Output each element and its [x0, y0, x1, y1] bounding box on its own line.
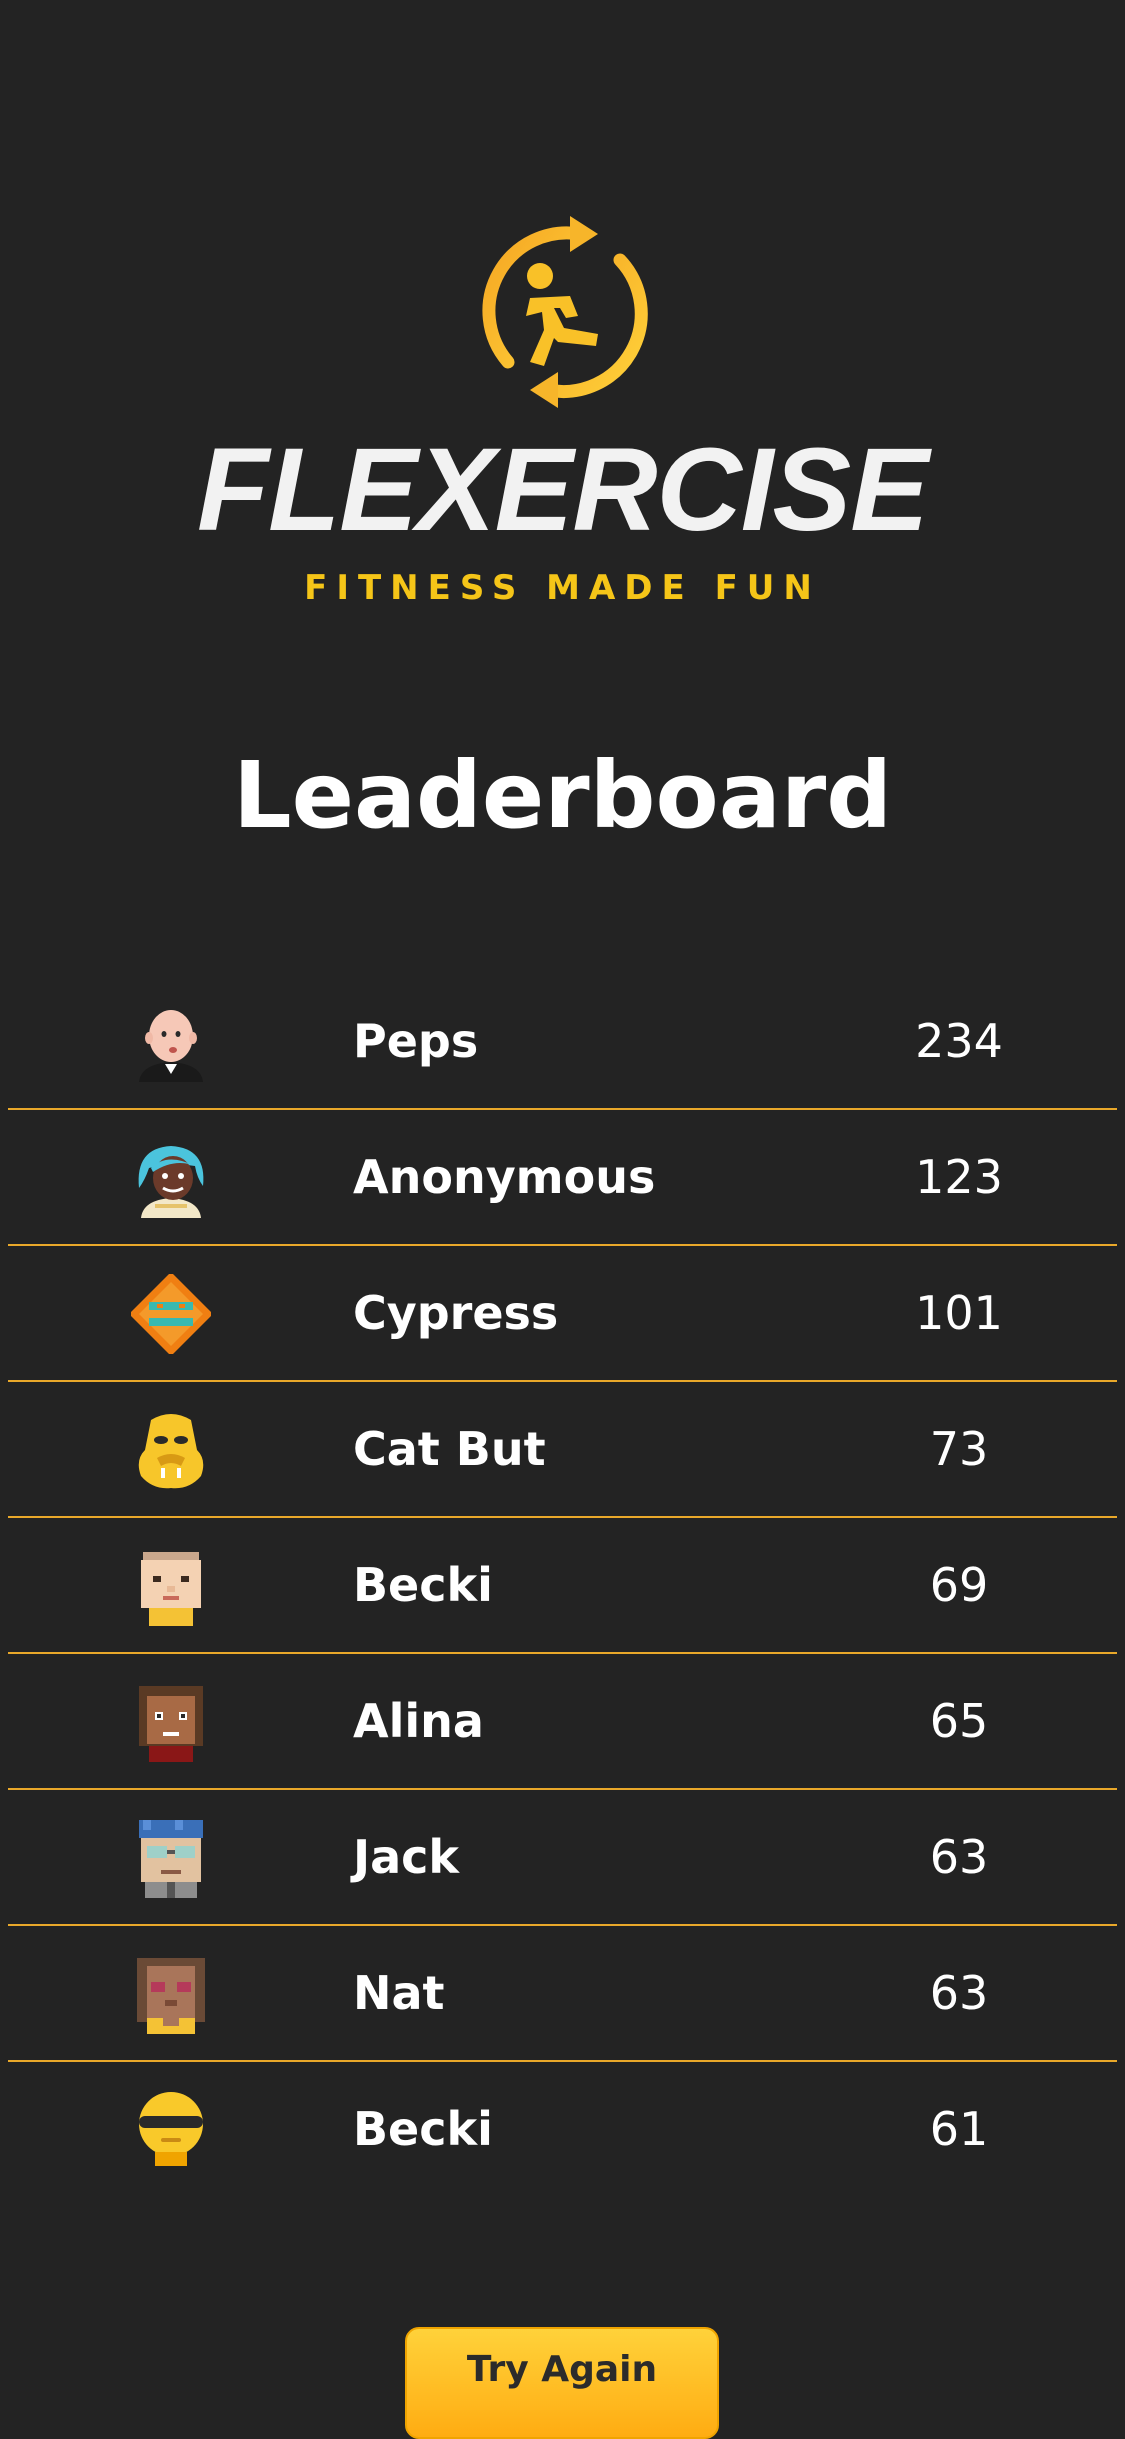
brand-tagline: FITNESS MADE FUN [304, 568, 821, 608]
player-score: 63 [929, 1966, 989, 2020]
player-name: Jack [353, 1830, 460, 1884]
player-name: Alina [353, 1694, 484, 1748]
pixel-heart-eyes-avatar-icon [137, 1958, 205, 2034]
player-name: Anonymous [353, 1150, 656, 1204]
pixel-brown-hair-avatar-icon [139, 1686, 203, 1762]
player-name: Becki [353, 1558, 493, 1612]
yellow-visor-avatar-icon [139, 2092, 203, 2166]
blue-hair-avatar-icon [138, 1146, 204, 1218]
brand-wordmark: FLEXERCISE [197, 424, 929, 556]
player-score: 123 [915, 1150, 1003, 1204]
player-score: 234 [915, 1014, 1003, 1068]
leaderboard-row: Peps 234 [8, 974, 1117, 1110]
player-name: Peps [353, 1014, 479, 1068]
player-score: 101 [915, 1286, 1003, 1340]
leaderboard-row: Nat 63 [8, 1926, 1117, 2062]
try-again-button[interactable]: Try Again [405, 2327, 719, 2439]
page-title: Leaderboard [232, 742, 893, 849]
player-name: Becki [353, 2102, 493, 2156]
bald-man-avatar-icon [139, 1010, 203, 1082]
player-score: 69 [929, 1558, 989, 1612]
pixel-glasses-avatar-icon [139, 1820, 203, 1898]
leaderboard-row: Alina 65 [8, 1654, 1117, 1790]
leaderboard-row: Becki 61 [8, 2062, 1117, 2196]
player-score: 73 [929, 1422, 989, 1476]
leaderboard-row: Becki 69 [8, 1518, 1117, 1654]
player-score: 61 [929, 2102, 989, 2156]
player-name: Cat But [353, 1422, 546, 1476]
leaderboard-row: Anonymous 123 [8, 1110, 1117, 1246]
leaderboard-row: Cypress 101 [8, 1246, 1117, 1382]
orange-diamond-avatar-icon [131, 1274, 211, 1354]
player-score: 65 [929, 1694, 989, 1748]
leaderboard-list: Peps 234 Anonymous 123 Cypress 101 Cat B… [8, 974, 1117, 2196]
player-name: Cypress [353, 1286, 559, 1340]
player-name: Nat [353, 1966, 445, 2020]
pixel-face-avatar-icon [141, 1552, 201, 1626]
running-figure-refresh-icon [482, 216, 648, 408]
player-score: 63 [929, 1830, 989, 1884]
yellow-mask-avatar-icon [138, 1414, 204, 1489]
leaderboard-row: Jack 63 [8, 1790, 1117, 1926]
leaderboard-row: Cat But 73 [8, 1382, 1117, 1518]
